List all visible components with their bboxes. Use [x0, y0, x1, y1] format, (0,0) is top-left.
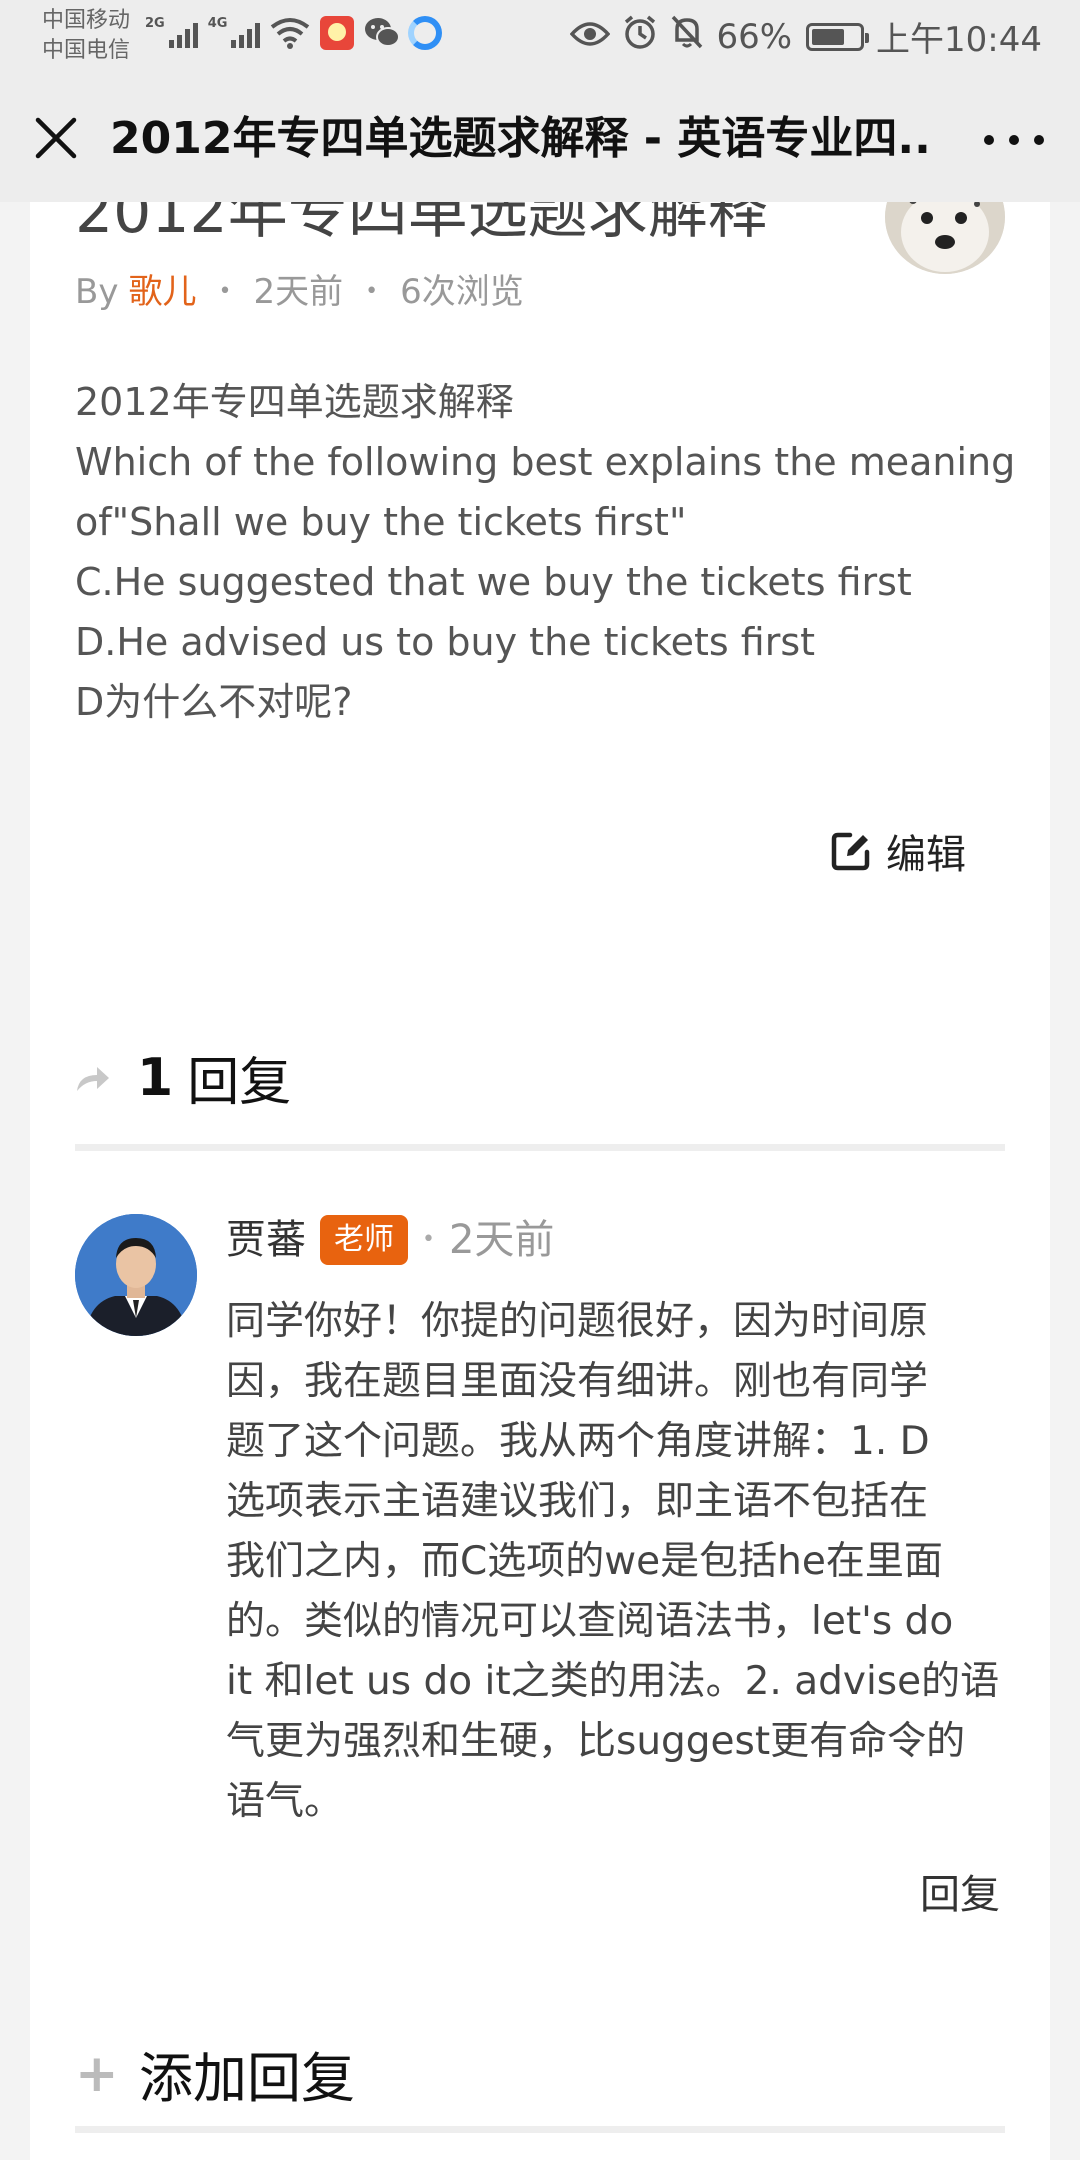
- divider: [75, 2126, 1005, 2133]
- reply-button[interactable]: 回复: [920, 1862, 1000, 1920]
- close-button[interactable]: [30, 112, 82, 164]
- answer-line: 同学你好！你提的问题很好，因为时间原: [226, 1299, 929, 1344]
- question-line: 2012年专四单选题求解释: [75, 380, 514, 424]
- author-link[interactable]: 歌儿: [128, 270, 196, 314]
- more-dot-icon: [984, 135, 994, 145]
- teacher-badge: 老师: [320, 1215, 408, 1265]
- mute-bell-icon: [670, 14, 704, 59]
- answer-body: 同学你好！你提的问题很好，因为时间原 因，我在题目里面没有细讲。刚也有同学 题了…: [226, 1292, 1038, 1832]
- edit-icon: [831, 832, 870, 871]
- status-left-icons: 2G 4G: [145, 16, 443, 50]
- reply-count: 1: [137, 1047, 174, 1108]
- post-heading: 2012年专四单选题求解释: [75, 202, 768, 247]
- answer-line: 语气。: [226, 1779, 344, 1824]
- answer-line: it 和let us do it之类的用法。2. advise的语: [226, 1659, 1000, 1704]
- more-dot-icon: [1034, 135, 1044, 145]
- answer-meta: 贾蕃 老师 • 2天前: [226, 1212, 554, 1268]
- status-bar: 中国移动 中国电信 2G 4G 66% 上午10:44: [0, 0, 1080, 76]
- answer-line: 气更为强烈和生硬，比suggest更有命令的: [226, 1719, 966, 1764]
- eye-icon: [570, 17, 611, 57]
- carrier-1: 中国移动: [42, 8, 131, 33]
- network-type-2: 4G: [207, 16, 228, 31]
- answer-line: 我们之内，而C选项的we是包括he在里面: [226, 1539, 943, 1584]
- author-avatar[interactable]: [885, 202, 1005, 274]
- carrier-2: 中国电信: [42, 38, 131, 63]
- answer-line: 选项表示主语建议我们，即主语不包括在: [226, 1479, 929, 1524]
- alarm-icon: [622, 14, 658, 59]
- by-label: By: [75, 272, 119, 312]
- clock: 上午10:44: [876, 20, 1042, 60]
- wechat-icon: [364, 16, 401, 50]
- question-body: 2012年专四单选题求解释 Which of the following bes…: [75, 372, 1035, 732]
- battery-icon: [806, 22, 870, 51]
- post-time: 2天前: [253, 272, 344, 312]
- edit-button[interactable]: 编辑: [830, 822, 966, 880]
- answer-time: 2天前: [448, 1217, 555, 1263]
- add-reply-button[interactable]: + 添加回复: [75, 2034, 355, 2113]
- reply-count-label: 回复: [187, 1053, 292, 1113]
- teacher-name[interactable]: 贾蕃: [226, 1212, 306, 1268]
- signal-icon: [168, 18, 198, 48]
- signal-icon: [231, 18, 261, 48]
- more-dot-icon: [1009, 135, 1019, 145]
- status-right: 66% 上午10:44: [570, 12, 1042, 61]
- page-title: 2012年专四单选题求解释 - 英语专业四...: [110, 113, 930, 164]
- title-bar: 2012年专四单选题求解释 - 英语专业四...: [0, 76, 1080, 202]
- answer-line: 因，我在题目里面没有细讲。刚也有同学: [226, 1359, 929, 1404]
- question-line: D.He advised us to buy the tickets first: [75, 620, 816, 664]
- carrier-info: 中国移动 中国电信: [42, 6, 130, 66]
- content-card: 2012年专四单选题求解释 By 歌儿 • 2天前 • 6次浏览 2012年专四…: [30, 202, 1050, 2160]
- network-type-1: 2G: [145, 16, 165, 31]
- separator-dot: •: [218, 279, 232, 304]
- replies-header: 1 回复: [75, 1040, 291, 1115]
- question-line: of"Shall we buy the tickets first": [75, 500, 687, 544]
- answer-line: 的。类似的情况可以查阅语法书，let's do: [226, 1599, 954, 1644]
- browser-icon: [408, 16, 443, 50]
- separator-dot: •: [365, 279, 379, 304]
- battery-percent: 66%: [716, 16, 793, 57]
- question-line: D为什么不对呢?: [75, 680, 353, 724]
- post-meta: By 歌儿 • 2天前 • 6次浏览: [75, 270, 524, 314]
- share-arrow-icon: [77, 1066, 109, 1091]
- add-reply-label: 添加回复: [139, 2047, 355, 2110]
- more-options-button[interactable]: [984, 120, 1044, 160]
- app-icon: [320, 16, 355, 50]
- question-line: Which of the following best explains the…: [75, 440, 1016, 484]
- question-line: C.He suggested that we buy the tickets f…: [75, 560, 912, 604]
- plus-icon: +: [75, 2043, 119, 2104]
- wifi-icon: [270, 17, 310, 49]
- edit-label: 编辑: [886, 832, 966, 878]
- close-icon: [35, 117, 77, 159]
- view-count: 6次浏览: [400, 272, 524, 312]
- separator-dot: •: [422, 1227, 435, 1252]
- divider: [75, 1144, 1005, 1151]
- teacher-avatar[interactable]: [75, 1214, 197, 1336]
- answer-line: 题了这个问题。我从两个角度讲解：1. D: [226, 1419, 930, 1464]
